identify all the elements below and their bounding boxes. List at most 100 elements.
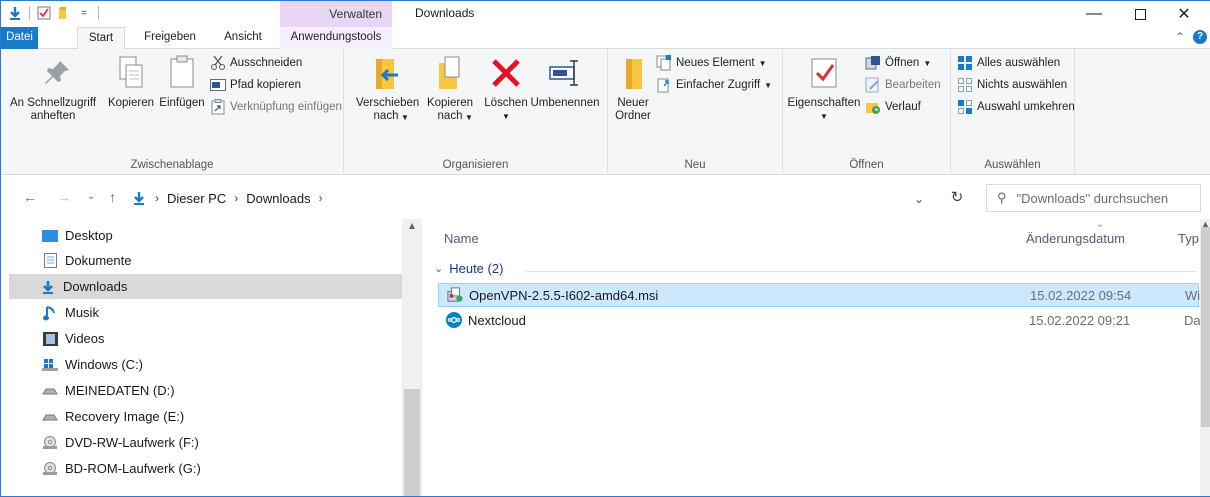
paste-button[interactable]: Einfügen	[157, 53, 207, 110]
music-icon	[42, 305, 58, 321]
back-arrow-icon[interactable]: ←	[23, 189, 37, 205]
properties-button[interactable]: Eigenschaften ▼	[785, 53, 863, 123]
select-all-button[interactable]: Alles auswählen	[957, 55, 1060, 71]
column-header-date[interactable]: Änderungsdatum	[1026, 231, 1125, 246]
properties-check-icon[interactable]	[36, 5, 52, 21]
nav-item-label: Dokumente	[65, 253, 132, 268]
refresh-icon[interactable]: ↻	[945, 185, 969, 209]
nav-item-desktop[interactable]: Desktop	[11, 223, 401, 248]
breadcrumb-separator-icon[interactable]: ›	[234, 191, 238, 205]
file-row[interactable]: OpenVPN-2.5.5-I602-amd64.msi 15.02.2022 …	[438, 283, 1200, 307]
new-item-button[interactable]: Neues Element ▼	[656, 55, 767, 71]
address-bar[interactable]: › Dieser PC › Downloads ›	[131, 184, 941, 212]
nav-item-dokumente[interactable]: Dokumente	[11, 248, 401, 273]
column-header-name[interactable]: Name	[444, 231, 479, 246]
select-none-button[interactable]: Nichts auswählen	[957, 77, 1067, 93]
scrollbar-thumb[interactable]	[1201, 227, 1210, 427]
scrollbar-thumb[interactable]	[404, 389, 420, 496]
search-icon: ⚲	[997, 190, 1007, 205]
downloads-arrow-icon	[7, 5, 23, 21]
new-folder-icon[interactable]	[56, 5, 72, 21]
copy-path-button[interactable]: Pfad kopieren	[210, 77, 301, 93]
address-row: ← → ⌄ ↑ › Dieser PC › Downloads › ⌄ ↻ ⚲ …	[1, 181, 1210, 215]
scroll-up-arrow-icon[interactable]: ▲	[402, 221, 422, 232]
paste-shortcut-button[interactable]: Verknüpfung einfügen	[210, 99, 342, 115]
search-input[interactable]: ⚲ "Downloads" durchsuchen	[986, 184, 1201, 212]
tab-ansicht[interactable]: Ansicht	[213, 27, 273, 49]
paste-shortcut-label: Verknüpfung einfügen	[230, 101, 342, 113]
delete-label: Löschen	[484, 97, 528, 109]
file-row[interactable]: Nextcloud 15.02.2022 09:21 Da	[438, 308, 1200, 332]
group-label-new: Neu	[684, 159, 706, 171]
rename-button[interactable]: Umbenennen	[530, 53, 600, 110]
open-icon	[865, 55, 881, 71]
file-list-scrollbar[interactable]: ▲	[1200, 219, 1210, 496]
pin-label: An Schnellzugriff anheften	[9, 97, 97, 122]
new-folder-button[interactable]: Neuer Ordner	[613, 53, 653, 123]
nav-item-bd-g[interactable]: BD-ROM-Laufwerk (G:)	[11, 456, 401, 481]
easy-access-button[interactable]: Einfacher Zugriff ▼	[656, 77, 772, 93]
cut-button[interactable]: Ausschneiden	[210, 55, 302, 71]
cut-label: Ausschneiden	[230, 57, 303, 69]
nav-item-meinedaten-d[interactable]: MEINEDATEN (D:)	[11, 378, 401, 403]
nav-item-dvd-f[interactable]: DVD-RW-Laufwerk (F:)	[11, 430, 401, 455]
file-name-cell: Nextcloud	[446, 312, 526, 328]
close-button[interactable]: ✕	[1161, 1, 1207, 27]
move-to-button[interactable]: Verschieben nach ▼	[356, 53, 419, 124]
copy-to-icon	[432, 53, 468, 93]
collapse-ribbon-icon[interactable]: ⌃	[1175, 30, 1185, 44]
tab-start[interactable]: Start	[77, 27, 125, 50]
open-dropdown-icon: ▼	[923, 58, 932, 68]
tab-anwendungstools[interactable]: Anwendungstools	[280, 27, 392, 49]
nav-item-downloads[interactable]: Downloads	[9, 274, 402, 299]
history-button[interactable]: Verlauf	[865, 99, 921, 115]
file-name: OpenVPN-2.5.5-I602-amd64.msi	[469, 287, 659, 303]
nav-item-recovery-e[interactable]: Recovery Image (E:)	[11, 404, 401, 429]
drive-icon	[42, 409, 58, 425]
nav-item-windows-c[interactable]: Windows (C:)	[11, 352, 401, 377]
easy-access-dropdown-icon: ▼	[764, 80, 773, 90]
group-header-today[interactable]: ⌄ Heute (2)	[434, 261, 503, 276]
properties-icon	[806, 53, 842, 93]
up-arrow-icon[interactable]: ↑	[109, 189, 116, 205]
breadcrumb-separator-icon[interactable]: ›	[319, 191, 323, 205]
desktop-icon	[42, 228, 58, 244]
address-dropdown-chevron-icon[interactable]: ⌄	[914, 192, 924, 206]
edit-button[interactable]: Bearbeiten	[865, 77, 941, 93]
nav-pane-scrollbar[interactable]: ▲	[402, 219, 422, 496]
dvd-drive-icon	[42, 435, 58, 451]
properties-label: Eigenschaften	[787, 97, 861, 109]
forward-arrow-icon[interactable]: →	[57, 189, 71, 205]
group-header-label: Heute (2)	[449, 261, 504, 276]
tab-freigeben[interactable]: Freigeben	[135, 27, 205, 49]
open-button[interactable]: Öffnen ▼	[865, 55, 931, 71]
copy-to-dropdown-icon: ▼	[465, 113, 473, 122]
nav-item-label: BD-ROM-Laufwerk (G:)	[65, 461, 201, 476]
nav-item-videos[interactable]: Videos	[11, 326, 401, 351]
recent-locations-chevron-icon[interactable]: ⌄	[87, 191, 95, 202]
help-icon[interactable]: ?	[1193, 30, 1207, 44]
nextcloud-icon	[446, 312, 462, 328]
breadcrumb-downloads[interactable]: Downloads	[246, 191, 310, 206]
file-date: 15.02.2022 09:54	[1030, 287, 1132, 303]
tab-datei[interactable]: Datei	[1, 27, 38, 49]
minimize-button[interactable]: —	[1071, 1, 1117, 27]
copy-label: Kopieren	[107, 97, 155, 109]
copy-button[interactable]: Kopieren	[105, 53, 157, 110]
group-label-select: Auswählen	[984, 159, 1041, 171]
invert-selection-button[interactable]: Auswahl umkehren	[957, 99, 1075, 115]
customize-qa-dropdown-icon[interactable]: =	[76, 5, 92, 21]
group-label-open: Öffnen	[849, 159, 884, 171]
breadcrumb-separator-icon[interactable]: ›	[155, 191, 159, 205]
copy-to-button[interactable]: Kopieren nach ▼	[422, 53, 478, 124]
pin-quick-access-button[interactable]: An Schnellzugriff anheften	[9, 53, 105, 123]
window-title: Downloads	[415, 6, 475, 20]
column-header-type[interactable]: Typ	[1178, 231, 1200, 246]
nav-item-musik[interactable]: Musik	[11, 300, 401, 325]
delete-dropdown-icon: ▼	[502, 112, 510, 121]
group-clipboard: An Schnellzugriff anheften Kopieren Einf…	[1, 49, 344, 175]
maximize-button[interactable]	[1117, 1, 1163, 27]
rename-icon	[547, 53, 583, 93]
breadcrumb-dieser-pc[interactable]: Dieser PC	[167, 191, 226, 206]
delete-button[interactable]: Löschen ▼	[482, 53, 530, 123]
